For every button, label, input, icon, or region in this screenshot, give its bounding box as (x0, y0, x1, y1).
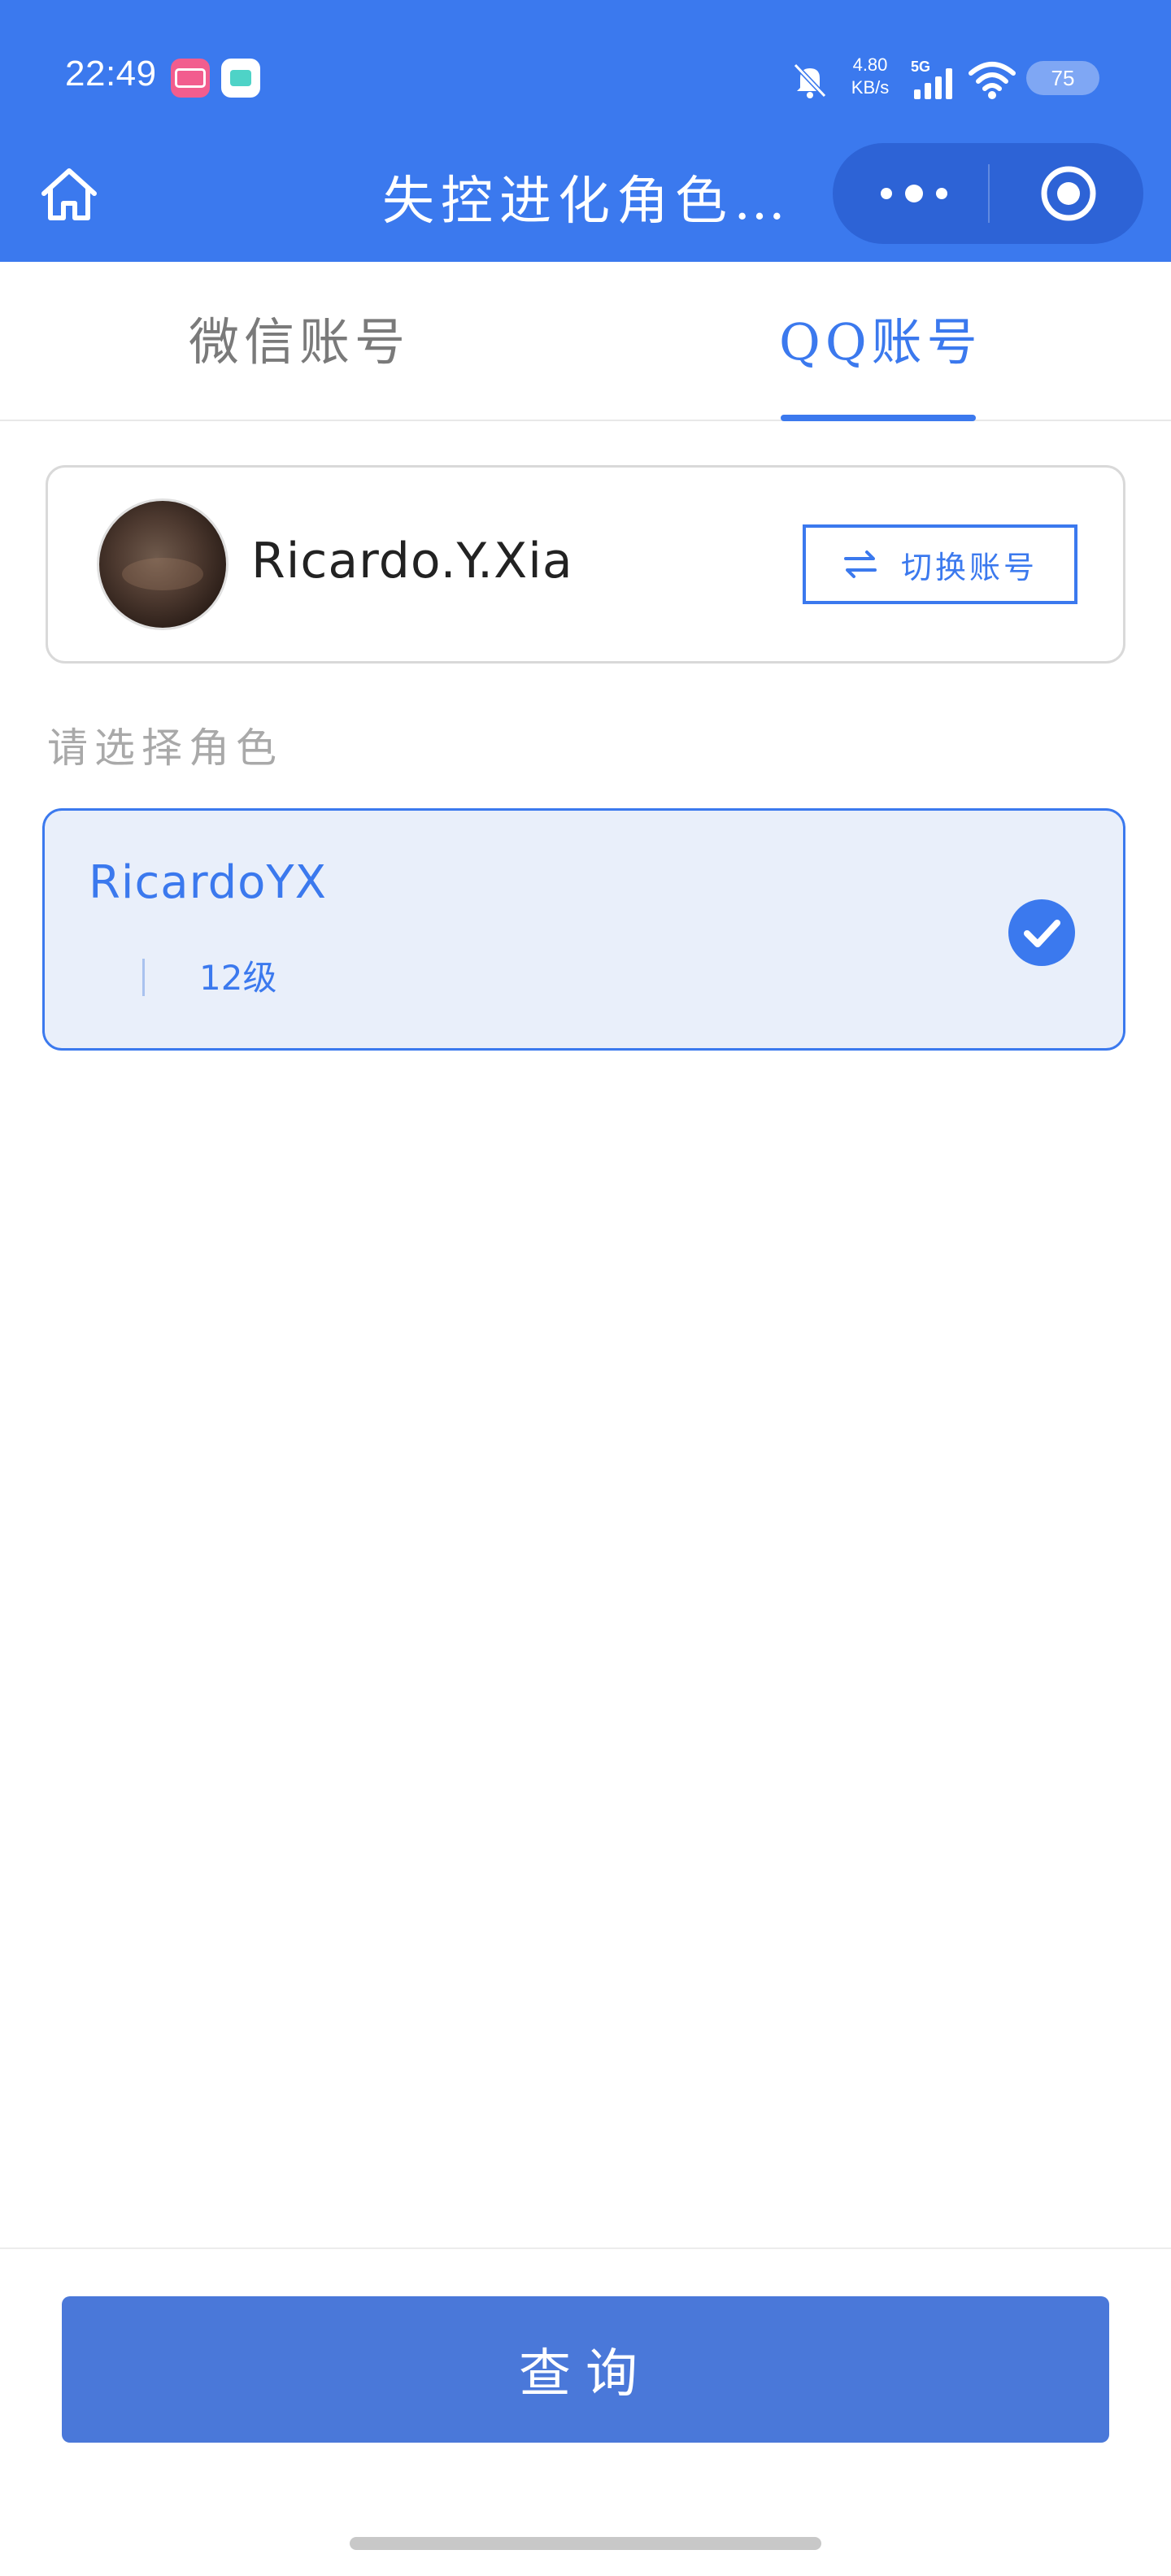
role-divider (142, 959, 145, 996)
wifi-icon (969, 62, 1016, 99)
role-section-label: 请选择角色 (47, 724, 283, 772)
switch-account-button[interactable]: 切换账号 (803, 524, 1077, 604)
network-label: 5G (911, 59, 930, 75)
account-name: Ricardo.Y.Xia (251, 533, 573, 590)
switch-account-label: 切换账号 (900, 549, 1038, 585)
swap-arrows-icon (843, 550, 877, 578)
home-indicator (350, 2537, 821, 2550)
query-button[interactable]: 查询 (62, 2296, 1109, 2443)
capsule-divider (988, 164, 990, 223)
bottom-divider (0, 2247, 1171, 2249)
role-name: RicardoYX (89, 856, 327, 909)
net-speed-value: 4.80 (852, 54, 888, 75)
nav-bar: 失控进化角色… (0, 138, 1171, 262)
net-speed: 4.80 KB/s (846, 54, 895, 99)
top-bar: 22:49 4.80 KB/s 5G 75 失控进化角色… (0, 0, 1171, 262)
status-time: 22:49 (65, 54, 157, 94)
mini-app-icon (221, 59, 260, 98)
mini-program-capsule (833, 143, 1143, 244)
home-icon[interactable] (37, 163, 101, 226)
avatar (97, 498, 229, 630)
account-tabs: 微信账号 QQ账号 (0, 262, 1171, 421)
tab-wechat[interactable]: 微信账号 (189, 301, 410, 374)
role-level: 12级 (199, 958, 277, 998)
account-card: Ricardo.Y.Xia 切换账号 (46, 465, 1125, 664)
bilibili-app-icon (171, 59, 210, 98)
close-target-icon[interactable] (1020, 161, 1117, 226)
net-speed-unit: KB/s (851, 77, 890, 98)
more-icon[interactable] (857, 161, 971, 226)
battery-indicator: 75 (1026, 61, 1099, 95)
status-bar: 22:49 4.80 KB/s 5G 75 (0, 0, 1171, 154)
signal-icon: 5G (911, 59, 952, 99)
check-circle-icon (1008, 899, 1075, 966)
page-title: 失控进化角色… (382, 172, 792, 232)
active-tab-indicator (781, 415, 976, 421)
role-item[interactable]: RicardoYX 12级 (42, 808, 1125, 1051)
tab-qq[interactable]: QQ账号 (779, 301, 982, 374)
bell-off-icon (793, 63, 827, 98)
